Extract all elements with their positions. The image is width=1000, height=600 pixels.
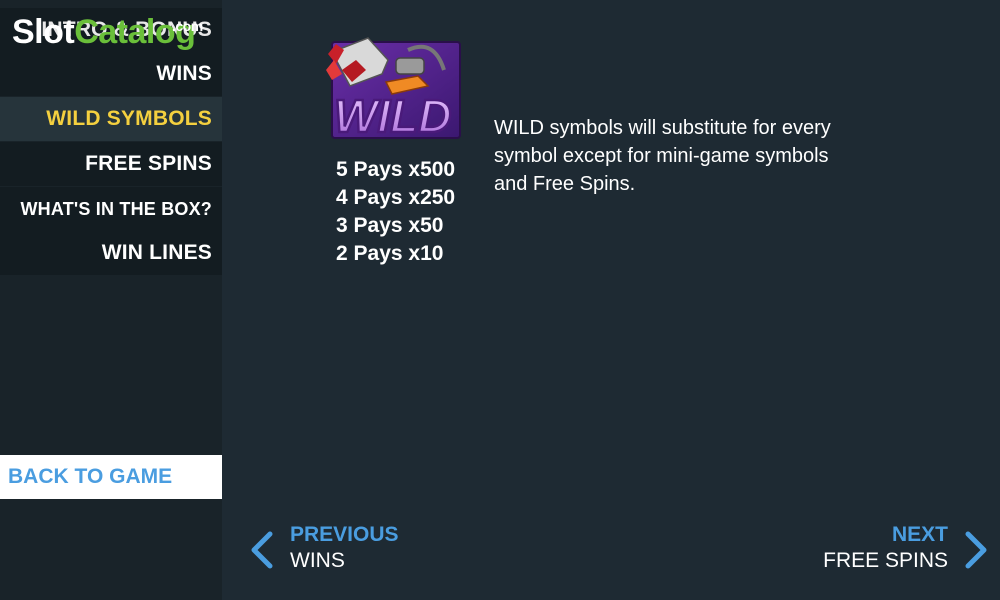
pay-line-4: 4 Pays x250: [336, 186, 456, 209]
menu-item-wins[interactable]: WINS: [0, 52, 222, 96]
sidebar-menu: INTRO & BONUS WINS WILD SYMBOLS FREE SPI…: [0, 0, 222, 600]
pay-line-3: 3 Pays x50: [336, 214, 444, 237]
wild-description: WILD symbols will substitute for every s…: [494, 117, 831, 195]
wild-symbol-image: WILD: [322, 30, 462, 150]
pay-line-5: 5 Pays x500: [336, 158, 456, 181]
menu-item-free-spins[interactable]: FREE SPINS: [0, 142, 222, 186]
chevron-right-icon: [965, 531, 987, 569]
next-target: FREE SPINS: [823, 549, 948, 572]
previous-label: PREVIOUS: [290, 523, 399, 546]
watermark-suffix: .com: [172, 18, 203, 34]
previous-target: WINS: [290, 549, 345, 572]
paytable: 5 Pays x500 4 Pays x250 3 Pays x50 2 Pay…: [336, 156, 455, 268]
menu-item-win-lines[interactable]: WIN LINES: [0, 231, 222, 275]
back-to-game-button[interactable]: BACK TO GAME: [0, 455, 222, 499]
chevron-left-icon: [251, 531, 273, 569]
next-label: NEXT: [891, 523, 948, 546]
menu-item-whats-in-the-box[interactable]: WHAT'S IN THE BOX?: [0, 187, 222, 231]
svg-text:WILD: WILD: [334, 90, 452, 142]
watermark-part-slot: Slot: [12, 13, 75, 51]
menu-item-wild-symbols[interactable]: WILD SYMBOLS: [0, 97, 222, 141]
watermark-logo: SlotCatalog .com: [12, 12, 203, 52]
chainsaw-wild-icon: WILD: [326, 37, 461, 143]
pay-line-2: 2 Pays x10: [336, 242, 444, 265]
